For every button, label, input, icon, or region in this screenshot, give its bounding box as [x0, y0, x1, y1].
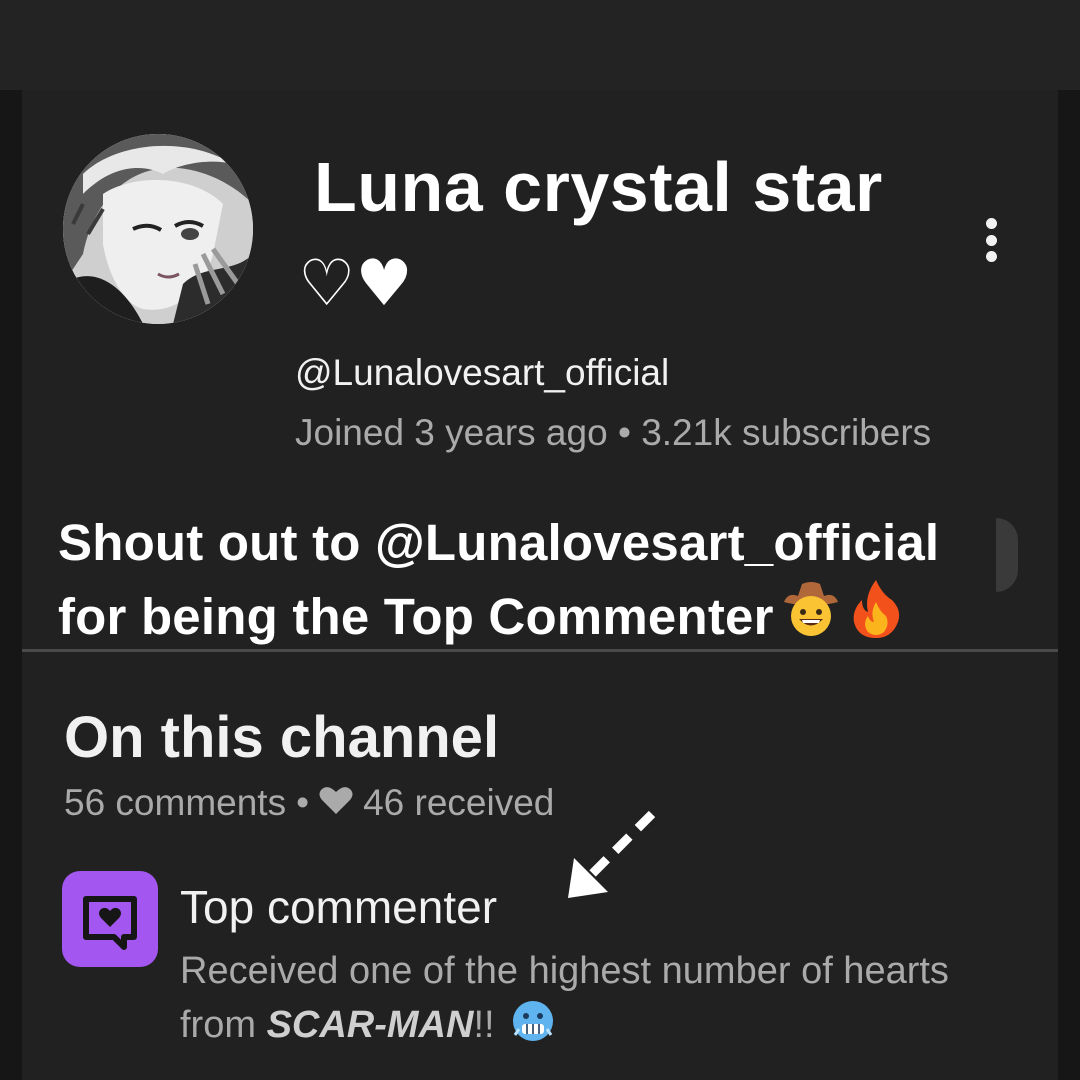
section-title: On this channel [64, 705, 500, 770]
channel-name-hearts: ♡♥ [298, 247, 413, 321]
channel-avatar[interactable] [63, 134, 253, 324]
shoutout-line-2-text: for being the Top Commenter [58, 588, 774, 645]
shoutout-caption: Shout out to @Lunalovesart_official for … [58, 508, 1018, 658]
more-dot-icon [985, 251, 997, 262]
fire-emoji-icon [848, 578, 904, 658]
hearts-received: 46 received [363, 782, 555, 823]
more-dot-icon [985, 234, 997, 246]
more-dot-icon [985, 218, 997, 229]
more-options-button[interactable] [968, 212, 1014, 268]
badge-desc-line-1: Received one of the highest number of he… [180, 950, 949, 992]
comment-heart-icon [83, 896, 137, 950]
top-bar [0, 0, 1080, 90]
channel-meta: Joined 3 years ago • 3.21k subscribers [295, 412, 931, 454]
joined-text: Joined 3 years ago [295, 412, 608, 453]
badge-desc-end: !! [473, 1004, 495, 1046]
shoutout-line-2: for being the Top Commenter [58, 578, 1018, 658]
comment-count: 56 comments [64, 782, 287, 823]
cowboy-face-emoji-icon [780, 578, 842, 658]
channel-handle[interactable]: @Lunalovesart_official [295, 352, 669, 394]
badge-desc-name: SCAR-MAN [266, 1004, 474, 1046]
section-divider [22, 649, 1058, 652]
top-commenter-badge [62, 871, 158, 967]
background-right [1058, 90, 1080, 1080]
background-left [0, 90, 22, 1080]
badge-title: Top commenter [180, 881, 498, 933]
channel-name: Luna crystal star [314, 148, 883, 226]
meta-separator: • [617, 412, 631, 453]
next-item-peek [996, 518, 1018, 592]
badge-desc-from: from [180, 1004, 267, 1046]
screen: Luna crystal star ♡♥ @Lunalovesart_offic… [0, 0, 1080, 1080]
shoutout-line-1: Shout out to @Lunalovesart_official [58, 514, 940, 571]
channel-stats: 56 comments • 46 received [64, 782, 554, 824]
avatar-illustration [63, 134, 253, 324]
dashed-arrow-icon [568, 810, 656, 898]
stats-separator: • [296, 782, 310, 823]
subscriber-count: 3.21k subscribers [641, 412, 932, 453]
cold-face-emoji-icon [511, 999, 555, 1058]
heart-icon [319, 782, 353, 824]
badge-description: Received one of the highest number of he… [180, 944, 1040, 1058]
badge-desc-line-2: from SCAR-MAN!! [180, 998, 1040, 1058]
